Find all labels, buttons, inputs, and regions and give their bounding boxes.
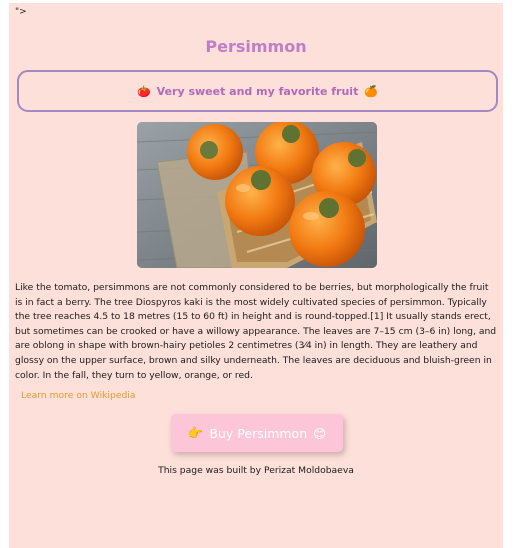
orange-icon: 🍊 (364, 84, 379, 98)
stray-text: "> (15, 7, 27, 17)
page: "> Persimmon 🍅 Very sweet and my favorit… (9, 3, 503, 548)
persimmon-photo-illustration (137, 122, 377, 268)
description-paragraph: Like the tomato, persimmons are not comm… (15, 282, 497, 381)
smiley-icon: 😊 (313, 425, 327, 441)
buy-persimmon-button[interactable]: 👉 Buy Persimmon 😊 (171, 414, 343, 452)
tagline-text: Very sweet and my favorite fruit (156, 84, 359, 98)
buy-button-label: Buy Persimmon (209, 425, 308, 441)
wikipedia-link[interactable]: Learn more on Wikipedia (21, 390, 136, 401)
page-title: Persimmon (205, 37, 307, 56)
pointing-hand-icon: 👉 (187, 425, 204, 440)
persimmon-photo (137, 122, 377, 268)
page-credit: This page was built by Perizat Moldobaev… (158, 465, 354, 476)
tomato-icon: 🍅 (136, 84, 151, 98)
tagline-banner: 🍅 Very sweet and my favorite fruit 🍊 (17, 70, 498, 112)
